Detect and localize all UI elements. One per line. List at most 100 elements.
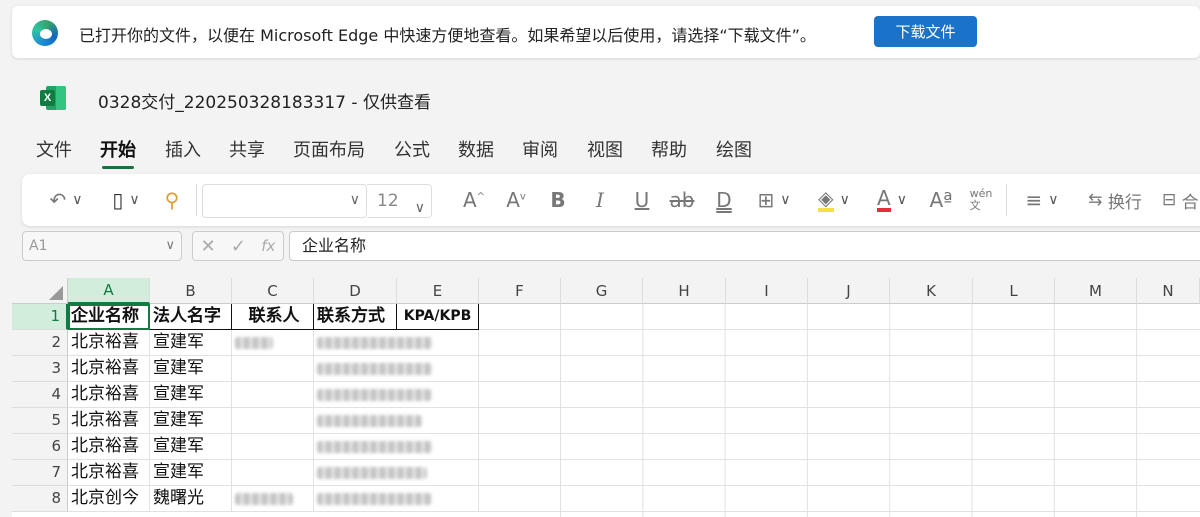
column-header[interactable]: F bbox=[479, 278, 561, 304]
tab-insert[interactable]: 插入 bbox=[165, 136, 201, 162]
cell-company[interactable]: 北京裕喜 bbox=[68, 330, 150, 356]
double-underline-button[interactable]: D bbox=[712, 186, 736, 214]
column-header[interactable]: I bbox=[726, 278, 808, 304]
column-header[interactable]: J bbox=[808, 278, 890, 304]
cell-legal-rep[interactable]: 宣建军 bbox=[150, 330, 232, 356]
row-header[interactable]: 4 bbox=[12, 382, 68, 408]
tab-share[interactable]: 共享 bbox=[229, 136, 265, 162]
clipboard-icon: ▯ bbox=[112, 188, 124, 212]
column-header[interactable]: H bbox=[643, 278, 726, 304]
column-header[interactable]: E bbox=[397, 278, 479, 304]
cell-phone-redacted[interactable] bbox=[314, 330, 479, 356]
font-size-select[interactable]: 12 ∨ bbox=[367, 184, 432, 218]
font-color-button[interactable]: A ∨ bbox=[868, 186, 916, 214]
cell-legal-rep[interactable]: 魏曙光 bbox=[150, 486, 232, 512]
cell-company[interactable]: 北京裕喜 bbox=[68, 434, 150, 460]
row-header[interactable]: 5 bbox=[12, 408, 68, 434]
function-icon[interactable]: fx bbox=[261, 237, 275, 255]
strikethrough-button[interactable]: ab bbox=[668, 186, 696, 214]
font-name-select[interactable]: ∨ bbox=[202, 184, 367, 218]
undo-button[interactable]: ↶ ∨ bbox=[42, 186, 90, 214]
fill-color-button[interactable]: ◈ ∨ bbox=[810, 186, 858, 214]
tab-home[interactable]: 开始 bbox=[100, 136, 136, 169]
cell-phone-redacted[interactable] bbox=[314, 486, 479, 512]
cell-contact[interactable] bbox=[232, 408, 314, 434]
column-header[interactable]: G bbox=[561, 278, 643, 304]
bold-button[interactable]: B bbox=[546, 186, 570, 214]
wrap-text-button[interactable]: ⇆ 换行 bbox=[1080, 186, 1150, 214]
column-header[interactable]: L bbox=[973, 278, 1055, 304]
cell-contact[interactable] bbox=[232, 460, 314, 486]
tab-help[interactable]: 帮助 bbox=[651, 136, 687, 162]
align-button[interactable]: ≡ ∨ bbox=[1018, 186, 1066, 214]
cell-legal-rep[interactable]: 宣建军 bbox=[150, 382, 232, 408]
format-painter-button[interactable]: ⚲ bbox=[158, 186, 186, 214]
column-header[interactable]: M bbox=[1055, 278, 1137, 304]
cell-legal-rep[interactable]: 宣建军 bbox=[150, 460, 232, 486]
cell-b1[interactable]: 法人名字 bbox=[150, 304, 232, 330]
merge-button[interactable]: ⊟ 合 bbox=[1162, 186, 1200, 214]
borders-button[interactable]: ⊞ ∨ bbox=[750, 186, 798, 214]
cell-legal-rep[interactable]: 宣建军 bbox=[150, 408, 232, 434]
select-all-corner[interactable] bbox=[12, 278, 68, 304]
cell-contact-redacted[interactable] bbox=[232, 486, 314, 512]
name-box[interactable]: A1 ∨ bbox=[22, 231, 182, 261]
ribbon-divider bbox=[196, 184, 197, 216]
cell-legal-rep[interactable]: 宣建军 bbox=[150, 434, 232, 460]
cell-company[interactable]: 北京裕喜 bbox=[68, 382, 150, 408]
cell-e1[interactable]: KPA/KPB bbox=[397, 304, 479, 330]
tab-draw[interactable]: 绘图 bbox=[716, 136, 752, 162]
cell-phone-redacted[interactable] bbox=[314, 356, 479, 382]
cell-contact[interactable] bbox=[232, 382, 314, 408]
cell-company[interactable]: 北京裕喜 bbox=[68, 460, 150, 486]
tab-review[interactable]: 审阅 bbox=[522, 136, 558, 162]
row-header[interactable]: 8 bbox=[12, 486, 68, 512]
tab-page-layout[interactable]: 页面布局 bbox=[293, 136, 365, 162]
cell-c1[interactable]: 联系人 bbox=[232, 304, 314, 330]
tab-data[interactable]: 数据 bbox=[458, 136, 494, 162]
undo-icon: ↶ bbox=[49, 188, 67, 212]
phonetic-button[interactable]: wén 文 bbox=[968, 186, 994, 214]
cell-phone-redacted[interactable] bbox=[314, 382, 479, 408]
tab-view[interactable]: 视图 bbox=[587, 136, 623, 162]
confirm-icon[interactable]: ✓ bbox=[231, 236, 246, 257]
cell-phone-redacted[interactable] bbox=[314, 434, 479, 460]
italic-button[interactable]: I bbox=[588, 186, 612, 214]
cell-company[interactable]: 北京创今 bbox=[68, 486, 150, 512]
cell-legal-rep[interactable]: 宣建军 bbox=[150, 356, 232, 382]
row-header[interactable]: 2 bbox=[12, 330, 68, 356]
column-header[interactable]: B bbox=[150, 278, 232, 304]
phonetic-icon: wén 文 bbox=[969, 187, 993, 212]
download-file-button[interactable]: 下载文件 bbox=[874, 16, 977, 47]
underline-button[interactable]: U bbox=[630, 186, 654, 214]
cell-contact[interactable] bbox=[232, 356, 314, 382]
clipboard-button[interactable]: ▯ ∨ bbox=[102, 186, 150, 214]
align-icon: ≡ bbox=[1025, 188, 1043, 212]
cell-phone-redacted[interactable] bbox=[314, 460, 479, 486]
formula-input[interactable]: 企业名称 bbox=[289, 231, 1200, 261]
row-header[interactable]: 1 bbox=[12, 304, 68, 330]
tab-file[interactable]: 文件 bbox=[36, 136, 72, 162]
cell-d1[interactable]: 联系方式 bbox=[314, 304, 397, 330]
column-header[interactable]: D bbox=[314, 278, 397, 304]
cancel-icon[interactable]: ✕ bbox=[201, 236, 216, 257]
cell-contact-redacted[interactable] bbox=[232, 330, 314, 356]
decrease-font-size-button[interactable]: Av bbox=[502, 186, 530, 214]
increase-font-size-button[interactable]: A^ bbox=[460, 186, 488, 214]
column-header[interactable]: A bbox=[68, 278, 150, 304]
column-header[interactable]: K bbox=[890, 278, 973, 304]
cell-contact[interactable] bbox=[232, 434, 314, 460]
font-settings-button[interactable]: Aª bbox=[928, 186, 954, 214]
cell-phone-redacted[interactable] bbox=[314, 408, 479, 434]
cell-a1[interactable]: 企业名称 bbox=[68, 304, 150, 330]
chevron-down-icon: ∨ bbox=[165, 238, 175, 253]
column-header[interactable]: N bbox=[1137, 278, 1200, 304]
row-header[interactable]: 6 bbox=[12, 434, 68, 460]
tab-formulas[interactable]: 公式 bbox=[394, 136, 430, 162]
row-header[interactable]: 7 bbox=[12, 460, 68, 486]
row-header[interactable]: 3 bbox=[12, 356, 68, 382]
column-header[interactable]: C bbox=[232, 278, 314, 304]
cell-company[interactable]: 北京裕喜 bbox=[68, 408, 150, 434]
empty-cells-area[interactable] bbox=[479, 304, 1200, 517]
cell-company[interactable]: 北京裕喜 bbox=[68, 356, 150, 382]
